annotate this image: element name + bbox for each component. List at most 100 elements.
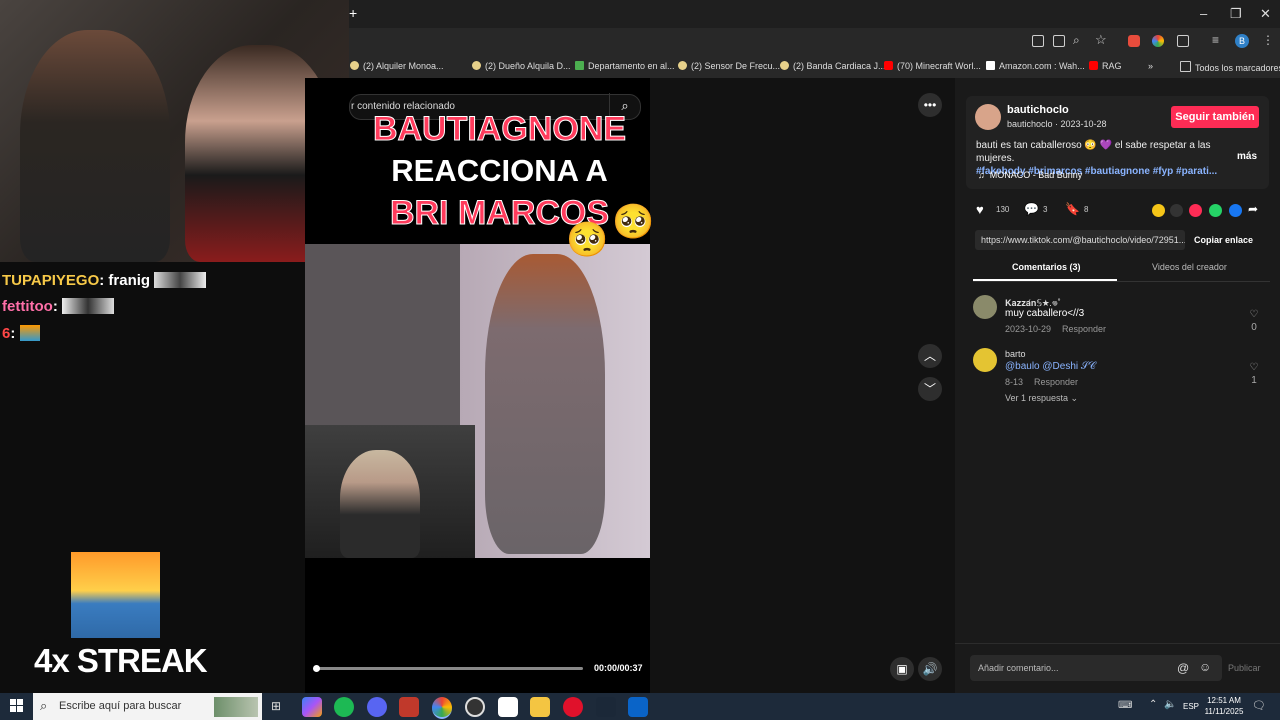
notification-icon[interactable]: 🗨 (1252, 699, 1266, 712)
task-view-icon[interactable]: ⊞ (271, 699, 281, 713)
footer-divider (955, 643, 1280, 644)
author-subtitle: bautichoclo · 2023-10-28 (1007, 119, 1107, 129)
more-options-icon[interactable]: ••• (918, 93, 942, 117)
progress-handle[interactable] (313, 665, 320, 672)
save-icon[interactable]: 🔖 (1065, 203, 1080, 216)
next-video-icon[interactable]: ﹀ (918, 377, 942, 401)
discord-icon[interactable] (367, 697, 387, 717)
voicemeeter-icon[interactable] (399, 697, 419, 717)
keyboard-icon[interactable]: ⌨ (1118, 700, 1132, 711)
comment-like-count: 0 (1251, 322, 1257, 333)
all-bookmarks[interactable]: Todos los marcadores (1180, 61, 1280, 73)
reply-button[interactable]: Responder (1062, 324, 1106, 334)
tray-arrow-icon[interactable]: ⌃ (1149, 699, 1157, 710)
embed-icon[interactable] (1170, 204, 1183, 217)
puzzle-icon[interactable] (1177, 35, 1189, 47)
emoji-icon[interactable]: ☺ (1199, 660, 1211, 674)
windows-start-icon[interactable] (10, 699, 24, 713)
opera-icon[interactable] (563, 697, 583, 717)
bookmark-item[interactable]: Departamento en al... (575, 61, 675, 71)
pleading-face-emoji: 🥺 (612, 203, 655, 241)
bookmark-item[interactable]: (2) Dueño Alquila D... (472, 61, 571, 71)
capcut-icon[interactable] (498, 697, 518, 717)
previous-video-icon[interactable]: ︿ (918, 344, 942, 368)
cast-icon[interactable] (1032, 35, 1044, 47)
streamer-webcam (0, 0, 349, 262)
view-replies-button[interactable]: Ver 1 respuesta ⌄ (1005, 393, 1078, 404)
search-highlight-image (214, 697, 258, 717)
whatsapp-icon[interactable] (1209, 204, 1222, 217)
extension-icon[interactable] (1128, 35, 1140, 47)
bookmark-item[interactable]: (2) Alquiler Monoa... (350, 61, 444, 71)
restore-icon[interactable]: ❐ (1230, 6, 1242, 22)
system-clock[interactable]: 12:51 AM 11/11/2025 (1200, 695, 1248, 717)
reply-button[interactable]: Responder (1034, 377, 1078, 387)
tab-comments[interactable]: Comentarios (3) (1012, 262, 1081, 272)
like-icon[interactable]: ♥ (976, 203, 989, 216)
minimize-icon[interactable]: – (1200, 6, 1207, 21)
translate-icon[interactable] (1053, 35, 1065, 47)
mention-icon[interactable]: @ (1177, 661, 1189, 675)
send-icon[interactable] (1189, 204, 1202, 217)
comment-icon[interactable]: 💬 (1024, 203, 1039, 216)
language-indicator[interactable]: ESP (1183, 702, 1199, 711)
tab-creator-videos[interactable]: Videos del creador (1152, 262, 1227, 272)
copy-link-button[interactable]: Copiar enlace (1194, 235, 1253, 245)
comment-avatar[interactable] (973, 348, 997, 372)
comment-text: muy caballero<//3 (1005, 308, 1085, 319)
obs-icon[interactable] (465, 697, 485, 717)
bookmark-item[interactable]: RAG (1089, 61, 1122, 71)
reaction-webcam (305, 425, 475, 558)
close-icon[interactable]: ✕ (1260, 6, 1271, 22)
spotify-icon[interactable] (334, 697, 354, 717)
video-link[interactable]: https://www.tiktok.com/@bautichoclo/vide… (975, 230, 1185, 250)
pip-icon[interactable]: ▣ (890, 657, 914, 681)
chrome-icon[interactable] (432, 697, 452, 719)
comment-like-icon[interactable]: ♡ (1248, 309, 1260, 320)
outlook-icon[interactable] (628, 697, 648, 717)
chat-message: fettitoo: (2, 298, 114, 315)
follow-button[interactable]: Seguir también (1171, 106, 1259, 128)
save-count: 8 (1084, 205, 1089, 214)
streak-label: 4x STREAK (34, 642, 208, 679)
steam-icon[interactable] (596, 697, 616, 717)
more-link[interactable]: más (1237, 151, 1257, 162)
author-avatar[interactable] (975, 104, 1001, 130)
progress-bar[interactable] (315, 667, 583, 670)
comment-date: 8-13 (1005, 377, 1024, 387)
post-comment-button[interactable]: Publicar (1228, 663, 1261, 673)
new-tab-icon[interactable]: + (349, 5, 357, 21)
chat-message: TUPAPIYEGO: franig (2, 272, 207, 289)
speaker-icon[interactable]: 🔈 (1164, 699, 1176, 710)
menu-kebab-icon[interactable]: ⋮ (1262, 33, 1274, 47)
bookmarks-overflow-icon[interactable]: » (1148, 61, 1153, 71)
bookmark-item[interactable]: (70) Minecraft Worl... (884, 61, 981, 71)
share-arrow-icon[interactable]: ➦ (1248, 202, 1258, 216)
comment-avatar[interactable] (973, 295, 997, 319)
comment-count: 3 (1043, 205, 1048, 214)
tab-divider (973, 281, 1270, 282)
volume-icon[interactable]: 🔊 (918, 657, 942, 681)
chat-emote (154, 272, 207, 288)
comment-date: 2023-10-29 (1005, 324, 1052, 334)
bookmark-item[interactable]: Amazon.com : Wah... (986, 61, 1085, 71)
profile-avatar[interactable]: B (1235, 34, 1249, 48)
video-title-overlay: BAUTIAGNONE REACCIONA A BRI MARCOS (372, 110, 627, 233)
chrome-extension-icon[interactable] (1152, 35, 1164, 47)
zoom-icon[interactable]: ⌕ (1073, 33, 1080, 48)
media-control-icon[interactable]: ≡ (1212, 33, 1219, 47)
music-track[interactable]: ♫ MONACO - Bad Bunny (978, 170, 1082, 180)
share-icon[interactable] (1152, 204, 1165, 217)
copilot-icon[interactable] (302, 697, 322, 717)
bookmark-item[interactable]: (2) Sensor De Frecu... (678, 61, 780, 71)
chat-emote (62, 298, 114, 314)
video-time: 00:00/00:37 (594, 663, 643, 673)
bookmark-star-icon[interactable]: ☆ (1095, 32, 1107, 48)
facebook-icon[interactable] (1229, 204, 1242, 217)
comment-author[interactable]: barto (1005, 349, 1026, 359)
author-name[interactable]: bautichoclo (1007, 104, 1069, 116)
comment-like-icon[interactable]: ♡ (1248, 362, 1260, 373)
file-explorer-icon[interactable] (530, 697, 550, 717)
bookmark-item[interactable]: (2) Banda Cardiaca J... (780, 61, 886, 71)
comment-like-count: 1 (1251, 375, 1257, 386)
